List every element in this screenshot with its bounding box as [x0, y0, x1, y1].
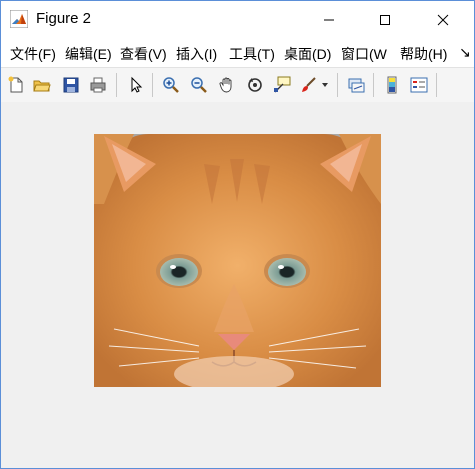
pan-button[interactable] — [216, 74, 238, 96]
link-plot-button[interactable] — [345, 74, 367, 96]
minimize-button[interactable] — [306, 1, 352, 38]
legend-icon — [410, 77, 428, 93]
menu-insert[interactable]: 插入(I) — [176, 44, 217, 64]
brush-dropdown-button[interactable] — [319, 74, 331, 96]
toolbar-separator — [373, 73, 374, 97]
menu-edit[interactable]: 编辑(E) — [65, 44, 112, 64]
menu-overflow-icon[interactable]: ↘ — [459, 44, 471, 61]
menu-window[interactable]: 窗口(W — [341, 44, 387, 64]
close-button[interactable] — [420, 1, 466, 38]
brush-icon — [302, 77, 316, 92]
menu-help[interactable]: 帮助(H) — [400, 44, 447, 64]
rotate-3d-icon — [248, 78, 262, 92]
toolbar-separator — [116, 73, 117, 97]
menu-desktop[interactable]: 桌面(D) — [284, 44, 331, 64]
toolbar-separator — [436, 73, 437, 97]
title-bar[interactable]: Figure 2 — [1, 1, 474, 38]
save-button[interactable] — [60, 74, 82, 96]
kitten-image-graphic — [94, 134, 381, 387]
toolbar-separator — [152, 73, 153, 97]
zoom-in-button[interactable] — [160, 74, 182, 96]
print-icon — [90, 77, 106, 93]
menu-view[interactable]: 查看(V) — [120, 44, 167, 64]
zoom-out-icon — [191, 77, 207, 93]
minimize-icon — [324, 19, 334, 20]
pan-hand-icon — [219, 77, 232, 93]
menu-file[interactable]: 文件(F) — [10, 44, 56, 64]
new-figure-icon — [8, 76, 23, 93]
print-button[interactable] — [87, 74, 109, 96]
data-cursor-button[interactable] — [271, 74, 293, 96]
kitten-image — [94, 134, 381, 387]
data-cursor-icon — [274, 76, 291, 93]
open-file-icon — [33, 80, 51, 92]
figure-window: Figure 2 文件(F) 编辑(E) 查看(V) 插入(I) 工具(T) 桌… — [0, 0, 475, 469]
brush-button[interactable] — [298, 74, 320, 96]
select-arrow-button[interactable] — [125, 74, 147, 96]
rotate-3d-button[interactable] — [244, 74, 266, 96]
toolbar-separator — [337, 73, 338, 97]
save-icon — [63, 77, 79, 93]
select-arrow-icon — [131, 76, 143, 93]
matlab-logo-icon — [10, 10, 28, 28]
menu-tools[interactable]: 工具(T) — [229, 44, 275, 64]
close-icon — [437, 14, 449, 25]
zoom-out-button[interactable] — [188, 74, 210, 96]
new-figure-button[interactable] — [5, 74, 27, 96]
maximize-icon — [380, 14, 390, 25]
open-file-button[interactable] — [31, 74, 53, 96]
menu-bar: 文件(F) 编辑(E) 查看(V) 插入(I) 工具(T) 桌面(D) 窗口(W… — [1, 38, 474, 67]
window-title: Figure 2 — [36, 10, 92, 27]
legend-button[interactable] — [408, 74, 430, 96]
colorbar-button[interactable] — [381, 74, 403, 96]
colorbar-icon — [387, 76, 397, 94]
figure-toolbar — [1, 67, 474, 103]
figure-canvas[interactable] — [1, 102, 474, 468]
maximize-button[interactable] — [362, 1, 408, 38]
zoom-in-icon — [163, 77, 179, 93]
brush-dropdown-icon — [322, 83, 328, 87]
link-plot-icon — [348, 78, 365, 93]
